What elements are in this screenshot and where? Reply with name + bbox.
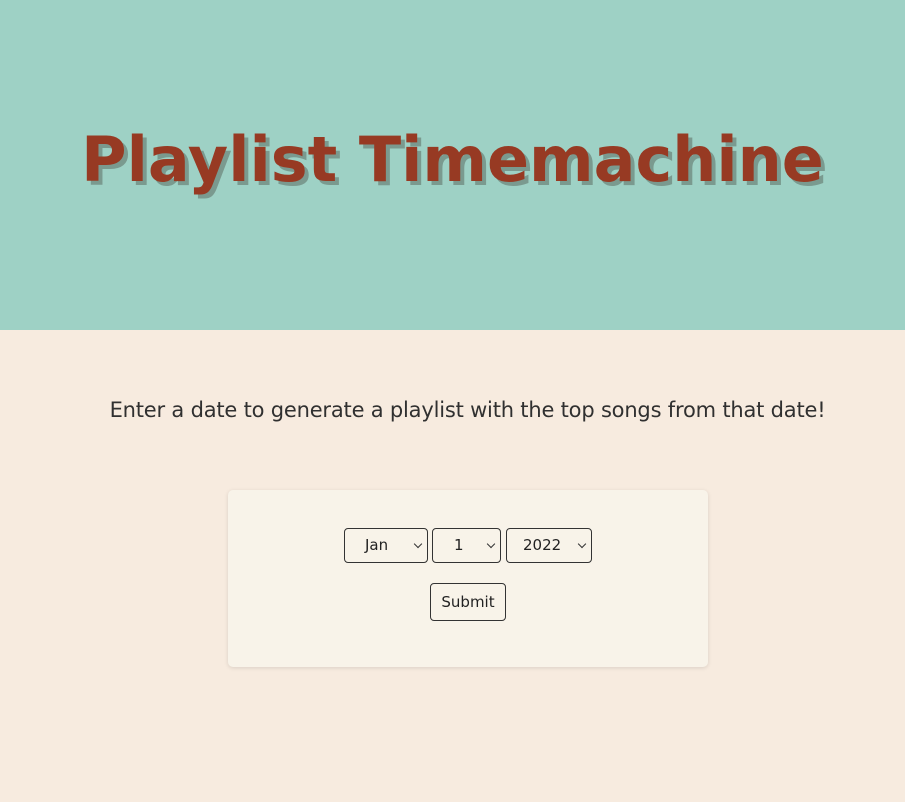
intro-text: Enter a date to generate a playlist with… (109, 398, 826, 422)
page-title: Playlist Timemachine (81, 123, 824, 196)
chevron-down-icon (486, 539, 496, 549)
month-select[interactable]: Jan (344, 528, 428, 563)
year-select-value: 2022 (523, 536, 562, 554)
chevron-down-icon (413, 539, 423, 549)
page-header: Playlist Timemachine (0, 0, 905, 330)
month-select-value: Jan (365, 536, 389, 554)
day-select-value: 1 (454, 536, 464, 554)
chevron-down-icon (577, 539, 587, 549)
year-select[interactable]: 2022 (506, 528, 592, 563)
submit-button[interactable]: Submit (430, 583, 506, 621)
day-select[interactable]: 1 (432, 528, 501, 563)
date-form-card: Jan 1 2022 Submit (228, 490, 708, 667)
